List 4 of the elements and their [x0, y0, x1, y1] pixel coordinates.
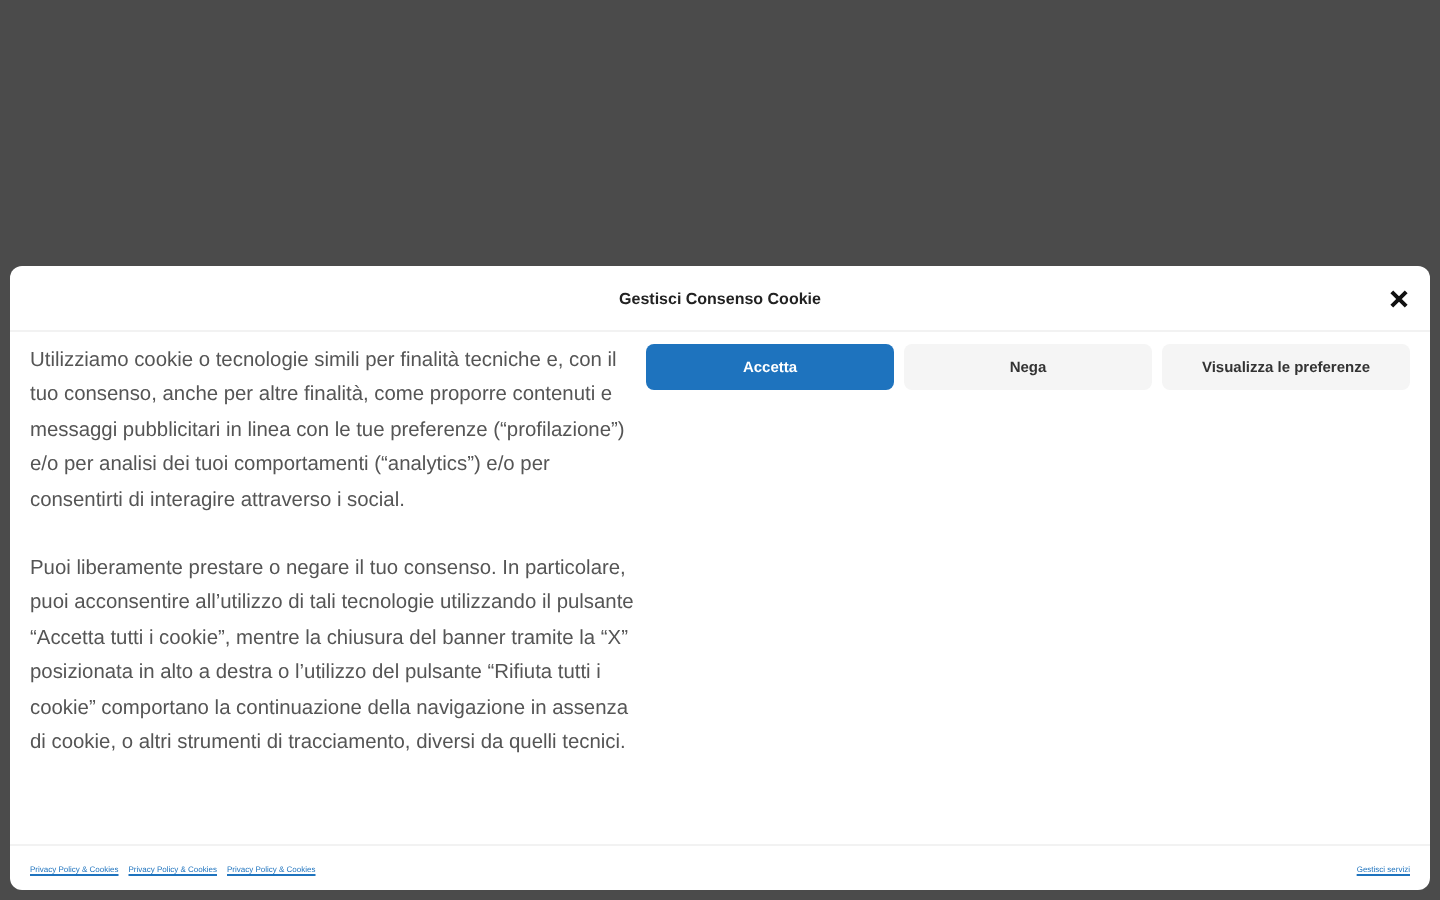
consent-paragraph: Puoi liberamente prestare o negare il tuo consenso. In particolare, puoi acconsentire all’utilizzo di tali tecnologie utilizzando il pulsante “Accetta tutti i cookie”, mentre la chiusura del banner tramite la “X” posizionata in alto a destra o l’utilizzo del pulsante “Rifiuta tutti i cookie” comportano la continuazione della navigazione in assenza di cookie, o altri strumenti di tracciamento, diversi da quelli tecnici.: [30, 556, 634, 759]
consent-paragraph: Utilizziamo cookie o tecnologie simili per finalità tecniche e, con il tuo consenso, anche per altre finalità, come proporre contenuti e messaggi pubblicitari in linea con le tue preferenze (“profilazione”) e/o per analisi dei tuoi comportamenti (“analytics”) e/o per consentirti di interagire attraverso i social.: [30, 348, 627, 516]
close-icon[interactable]: [1390, 290, 1408, 308]
dialog-title: Gestisci Consenso Cookie: [619, 289, 821, 307]
